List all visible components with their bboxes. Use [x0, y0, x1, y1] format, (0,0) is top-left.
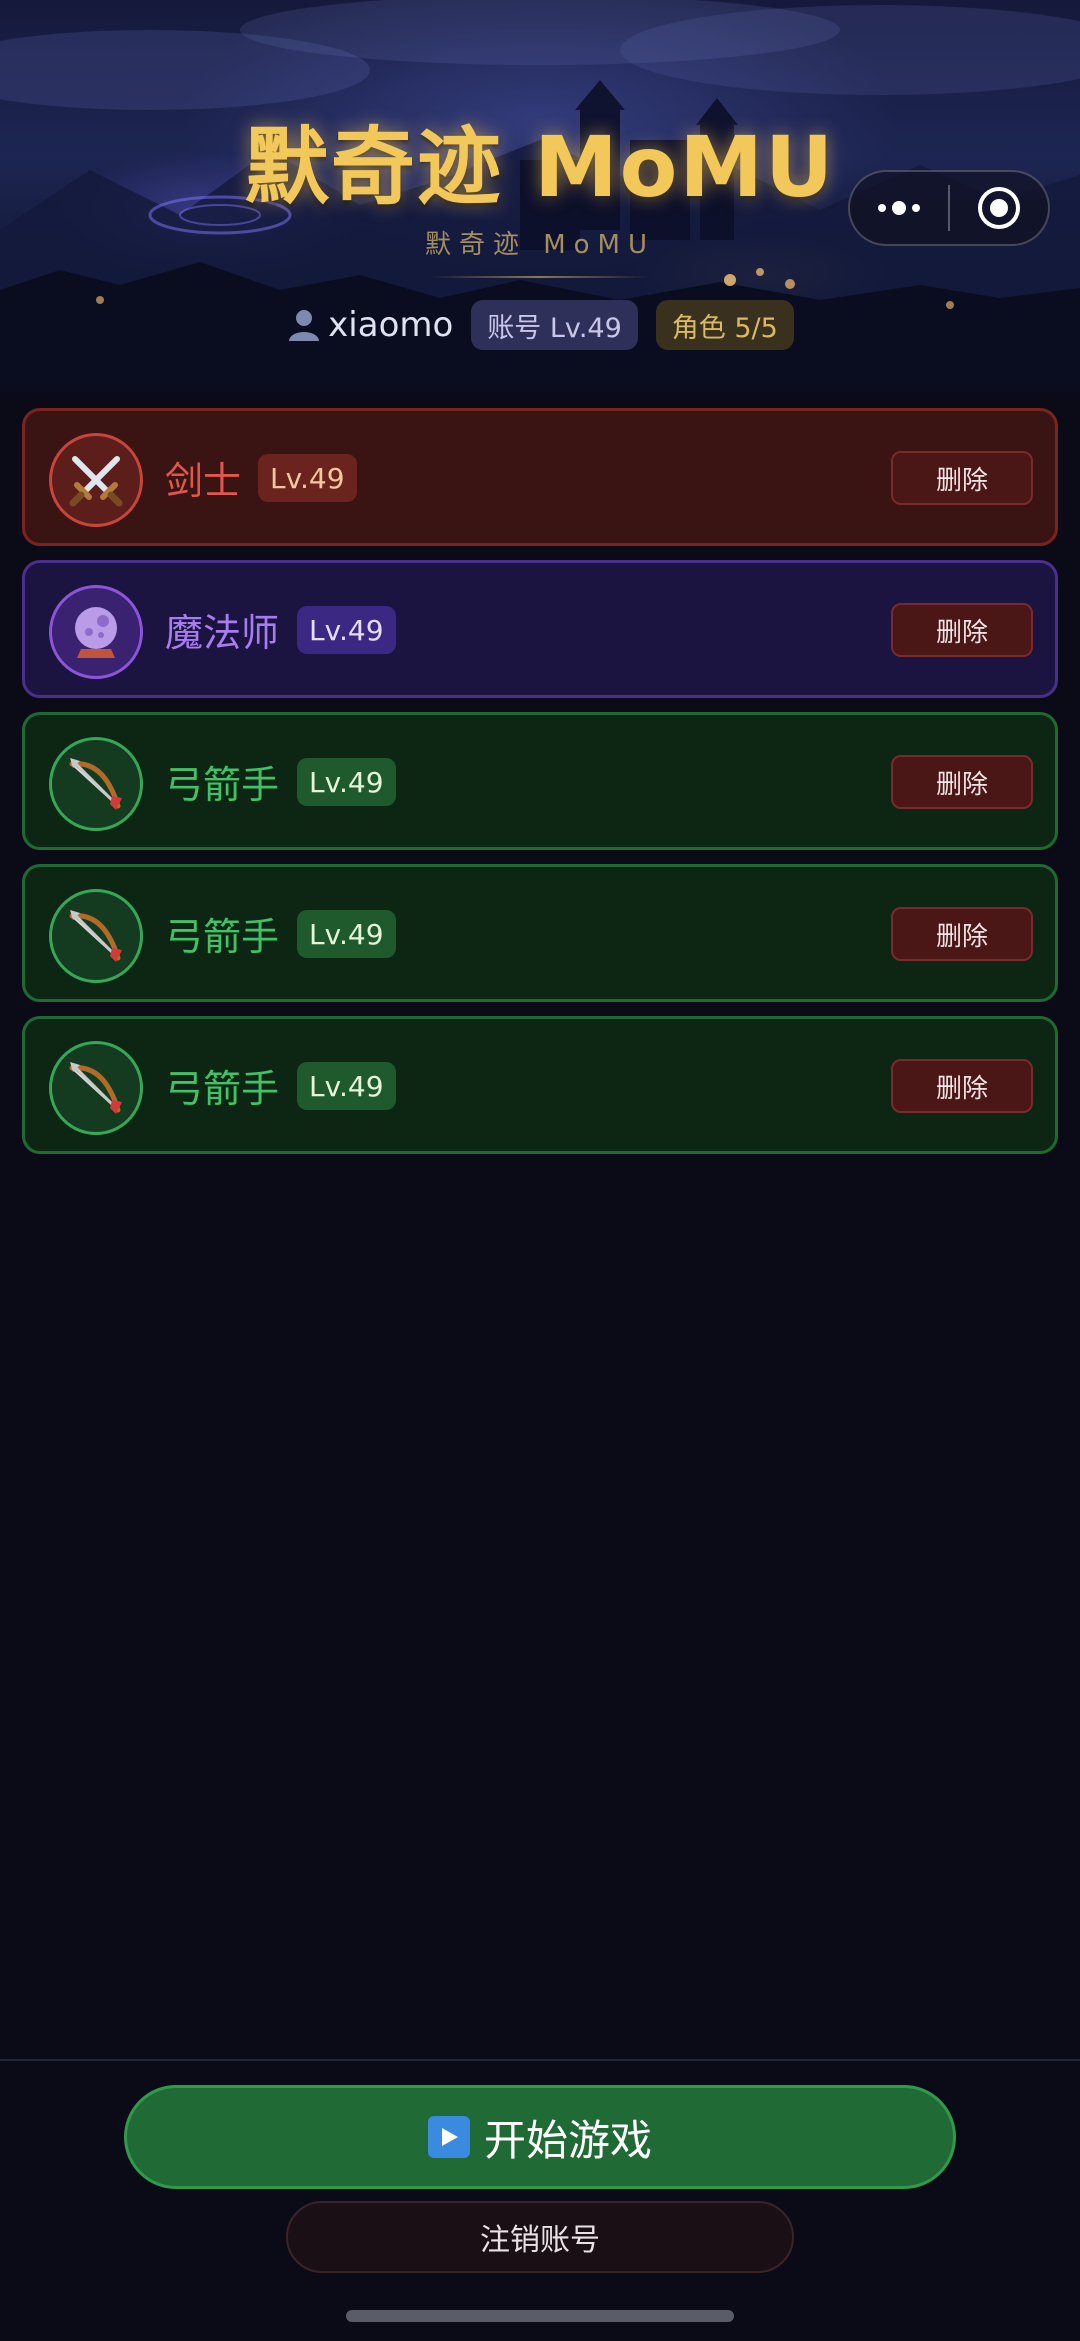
character-card[interactable]: 弓箭手 Lv.49 删除	[22, 864, 1058, 1002]
mini-program-capsule	[848, 170, 1050, 246]
more-dots-icon[interactable]	[850, 172, 948, 244]
title-divider	[430, 276, 648, 278]
character-class: 魔法师	[165, 610, 280, 655]
start-game-button[interactable]: 开始游戏	[124, 2085, 956, 2189]
character-card[interactable]: 弓箭手 Lv.49 删除	[22, 1016, 1058, 1154]
character-level: Lv.49	[297, 758, 396, 806]
character-level: Lv.49	[297, 606, 396, 654]
user-icon	[286, 307, 322, 343]
delete-character-button[interactable]: 删除	[891, 451, 1033, 505]
bow-and-arrow-icon	[49, 737, 143, 831]
home-indicator[interactable]	[346, 2310, 734, 2322]
character-class: 弓箭手	[165, 1066, 280, 1111]
footer-divider	[0, 2059, 1080, 2061]
logout-account-button[interactable]: 注销账号	[286, 2201, 794, 2273]
character-level: Lv.49	[297, 910, 396, 958]
delete-character-button[interactable]: 删除	[891, 755, 1033, 809]
username: xiaomo	[328, 305, 454, 345]
character-level: Lv.49	[258, 454, 357, 502]
account-level-badge: 账号 Lv.49	[471, 300, 638, 350]
delete-character-button[interactable]: 删除	[891, 1059, 1033, 1113]
crossed-swords-icon	[49, 433, 143, 527]
character-class: 弓箭手	[165, 914, 280, 959]
character-class: 剑士	[165, 458, 242, 503]
character-card[interactable]: 弓箭手 Lv.49 删除	[22, 712, 1058, 850]
header-banner: 默奇迹 MoMU 默奇迹 MoMU xiaomo 账号 Lv.49 角色 5/5	[0, 0, 1080, 392]
delete-character-button[interactable]: 删除	[891, 603, 1033, 657]
character-select-screen: 默奇迹 MoMU 默奇迹 MoMU xiaomo 账号 Lv.49 角色 5/5	[0, 0, 1080, 2341]
start-game-label: 开始游戏	[483, 2115, 652, 2165]
bow-and-arrow-icon	[49, 1041, 143, 1135]
bow-and-arrow-icon	[49, 889, 143, 983]
crystal-ball-icon	[49, 585, 143, 679]
delete-character-button[interactable]: 删除	[891, 907, 1033, 961]
character-level: Lv.49	[297, 1062, 396, 1110]
character-card[interactable]: 魔法师 Lv.49 删除	[22, 560, 1058, 698]
target-close-icon[interactable]	[950, 172, 1048, 244]
user-info: xiaomo	[286, 305, 453, 345]
character-class: 弓箭手	[165, 762, 280, 807]
account-info-row: xiaomo 账号 Lv.49 角色 5/5	[0, 298, 1080, 352]
character-card[interactable]: 剑士 Lv.49 删除	[22, 408, 1058, 546]
role-count-badge: 角色 5/5	[655, 300, 794, 350]
play-icon	[427, 2116, 470, 2158]
